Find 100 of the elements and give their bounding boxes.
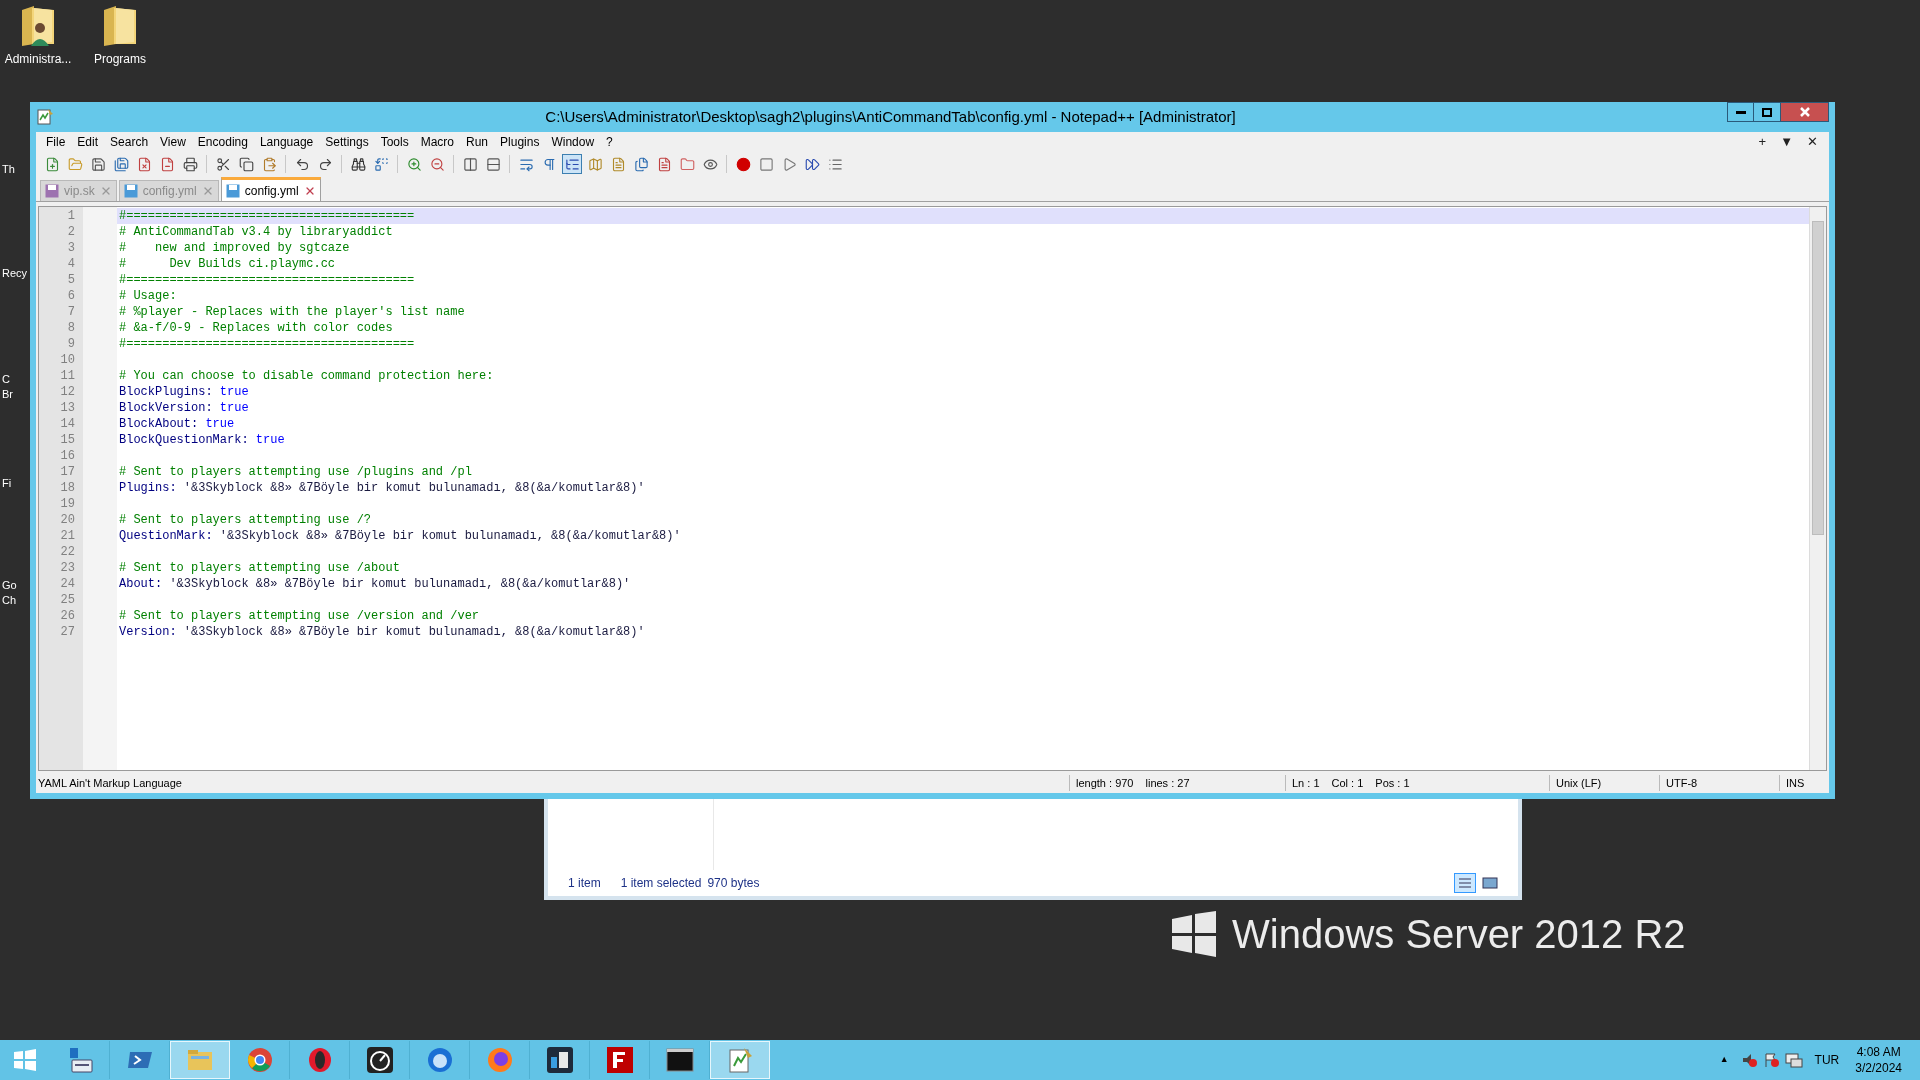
menu-item[interactable]: Settings bbox=[319, 133, 375, 151]
code-comment: # Sent to players attempting use /version and /ver bbox=[119, 608, 480, 625]
indent-guide-icon bbox=[564, 156, 580, 172]
code-comment: # Sent to players attempting use /? bbox=[119, 512, 372, 529]
menu-item[interactable]: ? bbox=[600, 133, 619, 151]
fox-globe-icon[interactable] bbox=[485, 1046, 514, 1074]
status-position: Pos : 1 bbox=[1375, 775, 1410, 791]
code-key: BlockQuestionMark: bbox=[119, 431, 249, 449]
code-comment: # %player - Replaces with the player's list name bbox=[119, 304, 465, 321]
code-value: true bbox=[219, 400, 249, 417]
vertical-scrollbar[interactable] bbox=[1809, 207, 1826, 770]
code-comment: # You can choose to disable command protection here: bbox=[119, 368, 494, 385]
menu-bar-control[interactable]: + bbox=[1751, 132, 1774, 152]
pilcrow-icon bbox=[541, 156, 557, 172]
menu-bar-control[interactable]: ▼ bbox=[1773, 132, 1800, 152]
desktop-icon-label[interactable]: Br bbox=[2, 387, 13, 402]
line-number: 23 bbox=[60, 560, 75, 576]
minimize-button[interactable] bbox=[1727, 102, 1754, 122]
notepad-icon bbox=[36, 108, 54, 126]
menu-item[interactable]: Macro bbox=[414, 133, 460, 151]
find-icon bbox=[350, 156, 366, 172]
clock-date[interactable]: 3/2/2024 bbox=[1855, 1060, 1902, 1076]
code-comment: # AntiCommandTab v3.4 by libraryaddict bbox=[119, 224, 393, 241]
line-number: 7 bbox=[67, 304, 75, 320]
columns-icon bbox=[462, 156, 478, 172]
line-number: 24 bbox=[60, 576, 75, 592]
code-key: BlockAbout: bbox=[119, 415, 199, 433]
menu-item[interactable]: Search bbox=[104, 133, 155, 151]
desktop-icon-label[interactable]: Administra... bbox=[4, 50, 72, 68]
menu-item[interactable]: Plugins bbox=[494, 133, 546, 151]
details-view-icon[interactable] bbox=[1454, 873, 1476, 893]
status-insert-mode: INS bbox=[1785, 775, 1805, 791]
menu-item[interactable]: Run bbox=[460, 133, 495, 151]
code-key: BlockPlugins: bbox=[119, 383, 213, 401]
flag-alert-icon[interactable] bbox=[1762, 1052, 1779, 1068]
menu-item[interactable]: Encoding bbox=[191, 133, 254, 151]
line-number: 18 bbox=[60, 480, 75, 496]
code-comment: # Sent to players attempting use /plugins and /pl bbox=[119, 464, 472, 481]
menu-item[interactable]: Window bbox=[545, 133, 601, 151]
input-language[interactable]: TUR bbox=[1814, 1051, 1840, 1069]
editor-tab[interactable]: config.yml bbox=[220, 177, 321, 201]
line-number: 11 bbox=[60, 368, 75, 384]
show-hidden-icons-caret[interactable]: ▲ bbox=[1719, 1053, 1729, 1067]
maximize-icon bbox=[1762, 107, 1772, 117]
line-number: 8 bbox=[67, 320, 75, 336]
desktop-icon-label[interactable]: Go bbox=[2, 578, 17, 593]
folder-icon bbox=[679, 156, 695, 172]
line-number: 6 bbox=[67, 288, 75, 304]
code-key: BlockVersion: bbox=[119, 399, 213, 417]
dark-app-icon[interactable] bbox=[545, 1046, 574, 1074]
desktop-icon-label[interactable]: Fi bbox=[2, 476, 12, 491]
browser-icon[interactable] bbox=[245, 1046, 274, 1074]
desktop-icon-label[interactable]: Recy bbox=[2, 266, 28, 281]
desktop-icon-label[interactable]: Programs bbox=[94, 50, 146, 68]
undo-icon bbox=[294, 156, 310, 172]
function-list-icon bbox=[656, 156, 672, 172]
speaker-muted-icon[interactable] bbox=[1740, 1052, 1757, 1068]
code-comment: # &a-f/0-9 - Replaces with color codes bbox=[119, 320, 393, 337]
desktop-icon-label[interactable]: Ch bbox=[2, 593, 17, 608]
menu-item[interactable]: Language bbox=[253, 133, 320, 151]
code-comment: #======================================== bbox=[119, 208, 415, 225]
console-icon[interactable] bbox=[665, 1046, 694, 1074]
windows-logo-icon bbox=[1170, 911, 1218, 957]
code-value: true bbox=[255, 432, 285, 449]
item-count: 1 item bbox=[568, 875, 601, 892]
fast-forward-icon bbox=[804, 156, 820, 172]
status-lines: lines : 27 bbox=[1145, 775, 1190, 791]
code-value: true bbox=[219, 384, 249, 401]
line-number: 14 bbox=[60, 416, 75, 432]
print-icon bbox=[182, 156, 198, 172]
cut-icon bbox=[215, 156, 231, 172]
close-button[interactable] bbox=[1781, 102, 1829, 122]
menu-item[interactable]: Tools bbox=[374, 133, 415, 151]
notepad-icon[interactable] bbox=[726, 1046, 754, 1074]
line-number: 22 bbox=[60, 544, 75, 560]
code-key: Plugins: bbox=[119, 479, 177, 497]
bird-mail-icon[interactable] bbox=[425, 1046, 454, 1074]
save-all-icon bbox=[113, 156, 129, 172]
clock-time[interactable]: 4:08 AM bbox=[1856, 1044, 1901, 1060]
desktop-icon-label[interactable]: C bbox=[2, 372, 10, 387]
code-value: '&3Skyblock &8» &7Böyle bir komut bulunamadı, &8(&a/komutlar&8)' bbox=[183, 624, 645, 641]
close-all-icon bbox=[159, 156, 175, 172]
tab-label: config.yml bbox=[244, 182, 299, 200]
menu-item[interactable]: File bbox=[40, 133, 72, 151]
large-icons-view-icon[interactable] bbox=[1482, 876, 1498, 890]
scrollbar-thumb[interactable] bbox=[1812, 221, 1824, 535]
line-number: 13 bbox=[60, 400, 75, 416]
status-language: YAML Ain't Markup Language bbox=[36, 774, 1070, 792]
menu-item[interactable]: View bbox=[154, 133, 192, 151]
code-comment: #======================================== bbox=[119, 336, 415, 353]
desktop-icon-label[interactable]: Th bbox=[2, 162, 15, 177]
menu-bar-control[interactable]: ✕ bbox=[1800, 132, 1825, 152]
speedometer-icon[interactable] bbox=[365, 1046, 394, 1074]
transfer-app-icon[interactable] bbox=[605, 1046, 634, 1074]
zoom-out-icon bbox=[429, 156, 445, 172]
stop-icon bbox=[758, 156, 774, 172]
rows-icon bbox=[485, 156, 501, 172]
menu-item[interactable]: Edit bbox=[71, 133, 105, 151]
new-file-icon bbox=[44, 156, 60, 172]
network-icon[interactable] bbox=[1784, 1052, 1803, 1068]
